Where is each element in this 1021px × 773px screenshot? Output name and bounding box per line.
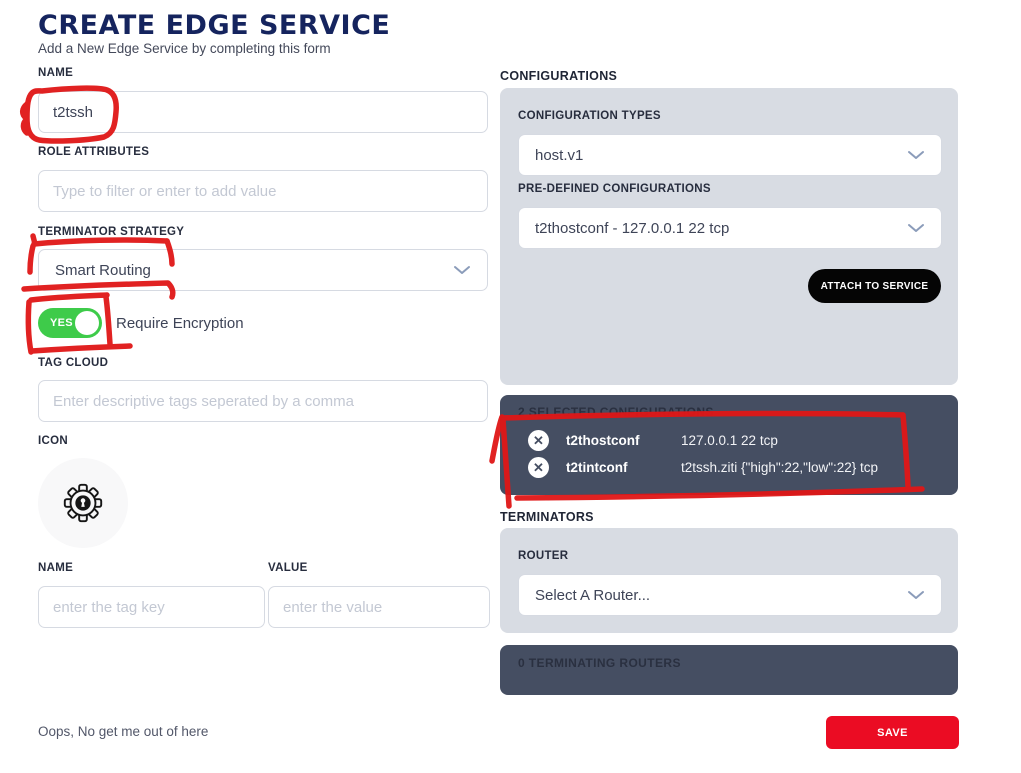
selected-configuration-row: ✕ t2tintconf t2tssh.ziti {"high":22,"low… — [528, 454, 958, 481]
create-edge-service-page: CREATE EDGE SERVICE Add a New Edge Servi… — [0, 0, 1021, 773]
predefined-configurations-label: PRE-DEFINED CONFIGURATIONS — [518, 183, 711, 195]
predefined-configurations-value: t2thostconf - 127.0.0.1 22 tcp — [535, 220, 729, 237]
toggle-state-label: YES — [50, 317, 73, 329]
require-encryption-label: Require Encryption — [116, 315, 244, 332]
tag-value-label: VALUE — [268, 562, 308, 574]
tag-key-input[interactable] — [38, 586, 265, 628]
escape-link[interactable]: Oops, No get me out of here — [38, 724, 208, 739]
page-subtitle: Add a New Edge Service by completing thi… — [38, 41, 331, 56]
selected-configuration-row: ✕ t2thostconf 127.0.0.1 22 tcp — [528, 427, 958, 454]
configuration-name: t2tintconf — [566, 460, 681, 475]
configuration-detail: t2tssh.ziti {"high":22,"low":22} tcp — [681, 460, 878, 475]
terminators-heading: TERMINATORS — [500, 510, 594, 524]
configuration-types-select[interactable]: host.v1 — [518, 134, 942, 176]
configuration-name: t2thostconf — [566, 433, 681, 448]
configuration-types-value: host.v1 — [535, 147, 583, 164]
terminator-strategy-label: TERMINATOR STRATEGY — [38, 226, 184, 238]
service-icon-picker[interactable] — [38, 458, 128, 548]
toggle-knob[interactable] — [75, 311, 99, 335]
x-circle-icon[interactable]: ✕ — [528, 430, 549, 451]
chevron-down-icon — [907, 150, 925, 160]
router-value: Select A Router... — [535, 587, 650, 604]
selected-configurations-panel: 2 SELECTED CONFIGURATIONS ✕ t2thostconf … — [500, 395, 958, 495]
role-attributes-input[interactable] — [38, 170, 488, 212]
icon-label: ICON — [38, 435, 68, 447]
terminator-strategy-value: Smart Routing — [55, 262, 151, 279]
router-label: ROUTER — [518, 550, 568, 562]
tag-cloud-label: TAG CLOUD — [38, 357, 108, 369]
name-input[interactable] — [38, 91, 488, 133]
terminating-routers-header: 0 TERMINATING ROUTERS — [518, 656, 958, 670]
configurations-heading: CONFIGURATIONS — [500, 69, 617, 83]
page-title: CREATE EDGE SERVICE — [38, 10, 390, 41]
gear-keyhole-icon — [60, 480, 106, 526]
name-label: NAME — [38, 67, 73, 79]
predefined-configurations-select[interactable]: t2thostconf - 127.0.0.1 22 tcp — [518, 207, 942, 249]
selected-configurations-header: 2 SELECTED CONFIGURATIONS — [518, 405, 958, 419]
configuration-types-label: CONFIGURATION TYPES — [518, 110, 661, 122]
role-attributes-label: ROLE ATTRIBUTES — [38, 146, 149, 158]
save-button[interactable]: SAVE — [826, 716, 959, 749]
chevron-down-icon — [907, 223, 925, 233]
chevron-down-icon — [453, 265, 471, 275]
configuration-detail: 127.0.0.1 22 tcp — [681, 433, 778, 448]
terminator-strategy-select[interactable]: Smart Routing — [38, 249, 488, 291]
tag-value-input[interactable] — [268, 586, 490, 628]
tag-name-label: NAME — [38, 562, 73, 574]
router-select[interactable]: Select A Router... — [518, 574, 942, 616]
attach-to-service-button[interactable]: ATTACH TO SERVICE — [808, 269, 941, 303]
x-circle-icon[interactable]: ✕ — [528, 457, 549, 478]
terminating-routers-panel: 0 TERMINATING ROUTERS — [500, 645, 958, 695]
chevron-down-icon — [907, 590, 925, 600]
require-encryption-toggle[interactable]: YES — [38, 308, 102, 338]
tag-cloud-input[interactable] — [38, 380, 488, 422]
